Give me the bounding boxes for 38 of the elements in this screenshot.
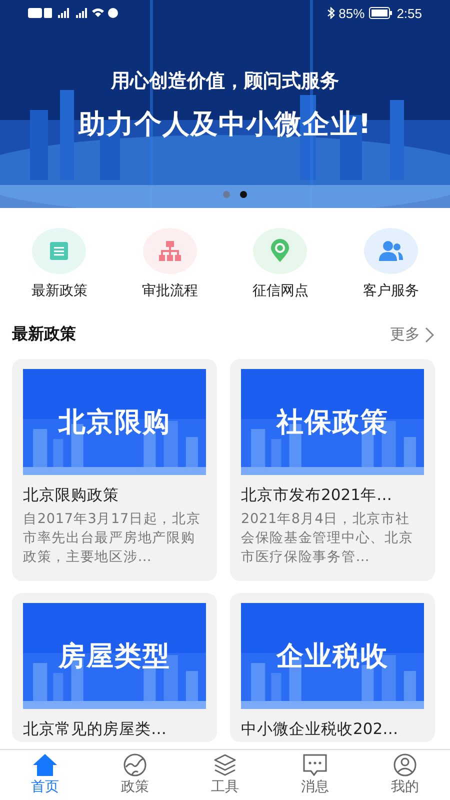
bluetooth-icon	[326, 7, 335, 19]
signal-icon	[28, 7, 120, 19]
globe-icon	[123, 753, 147, 777]
article-title: 中小微企业税收202…	[241, 719, 400, 740]
image-caption: 房屋类型	[58, 640, 170, 674]
battery-icon	[368, 7, 393, 19]
article-card[interactable]: 企业税收 中小微企业税收202…	[230, 593, 435, 742]
shortcut-label[interactable]: 审批流程	[142, 282, 198, 300]
article-card[interactable]: 房屋类型 北京常见的房屋类…	[12, 593, 217, 742]
banner-headline: 助力个人及中小微企业!	[78, 108, 372, 142]
layers-icon	[213, 753, 237, 777]
shortcut-label[interactable]: 客户服务	[362, 282, 419, 300]
tab[interactable]: 消息	[270, 750, 360, 800]
article-summary: 2021年8月4日，北京市社会保险基金管理中心、北京市医疗保险事务管…	[241, 510, 414, 567]
banner-slogan: 用心创造价值，顾问式服务	[111, 69, 339, 94]
home-icon	[32, 753, 58, 777]
more-link[interactable]: 更多	[390, 325, 434, 344]
chevron-right-icon	[425, 326, 434, 342]
article-card[interactable]: 北京限购 北京限购政策 自2017年3月17日起，北京市率先出台最严房地产限购政策，主要地区涉…	[12, 359, 217, 581]
battery-percent: 85%	[338, 6, 365, 20]
shortcut-label[interactable]: 征信网点	[252, 282, 308, 300]
section-title: 最新政策	[12, 324, 76, 345]
article-title: 北京限购政策	[23, 485, 120, 506]
article-title: 北京常见的房屋类…	[23, 719, 168, 740]
profile-icon	[393, 753, 417, 777]
shortcut-label[interactable]: 最新政策	[31, 282, 88, 300]
message-icon	[302, 753, 328, 777]
image-caption: 企业税收	[276, 640, 388, 674]
article-summary: 自2017年3月17日起，北京市率先出台最严房地产限购政策，主要地区涉…	[23, 510, 202, 567]
tab[interactable]: 政策	[90, 750, 180, 800]
tab[interactable]: 工具	[180, 750, 270, 800]
article-title: 北京市发布2021年…	[241, 485, 393, 506]
tab[interactable]: 我的	[360, 750, 450, 800]
image-caption: 北京限购	[58, 406, 170, 440]
tab[interactable]: 首页	[0, 750, 90, 800]
article-card[interactable]: 社保政策 北京市发布2021年… 2021年8月4日，北京市社会保险基金管理中心、北京市医疗保险事务管…	[230, 359, 435, 581]
image-caption: 社保政策	[276, 406, 388, 440]
status-time: 2:55	[396, 6, 422, 20]
